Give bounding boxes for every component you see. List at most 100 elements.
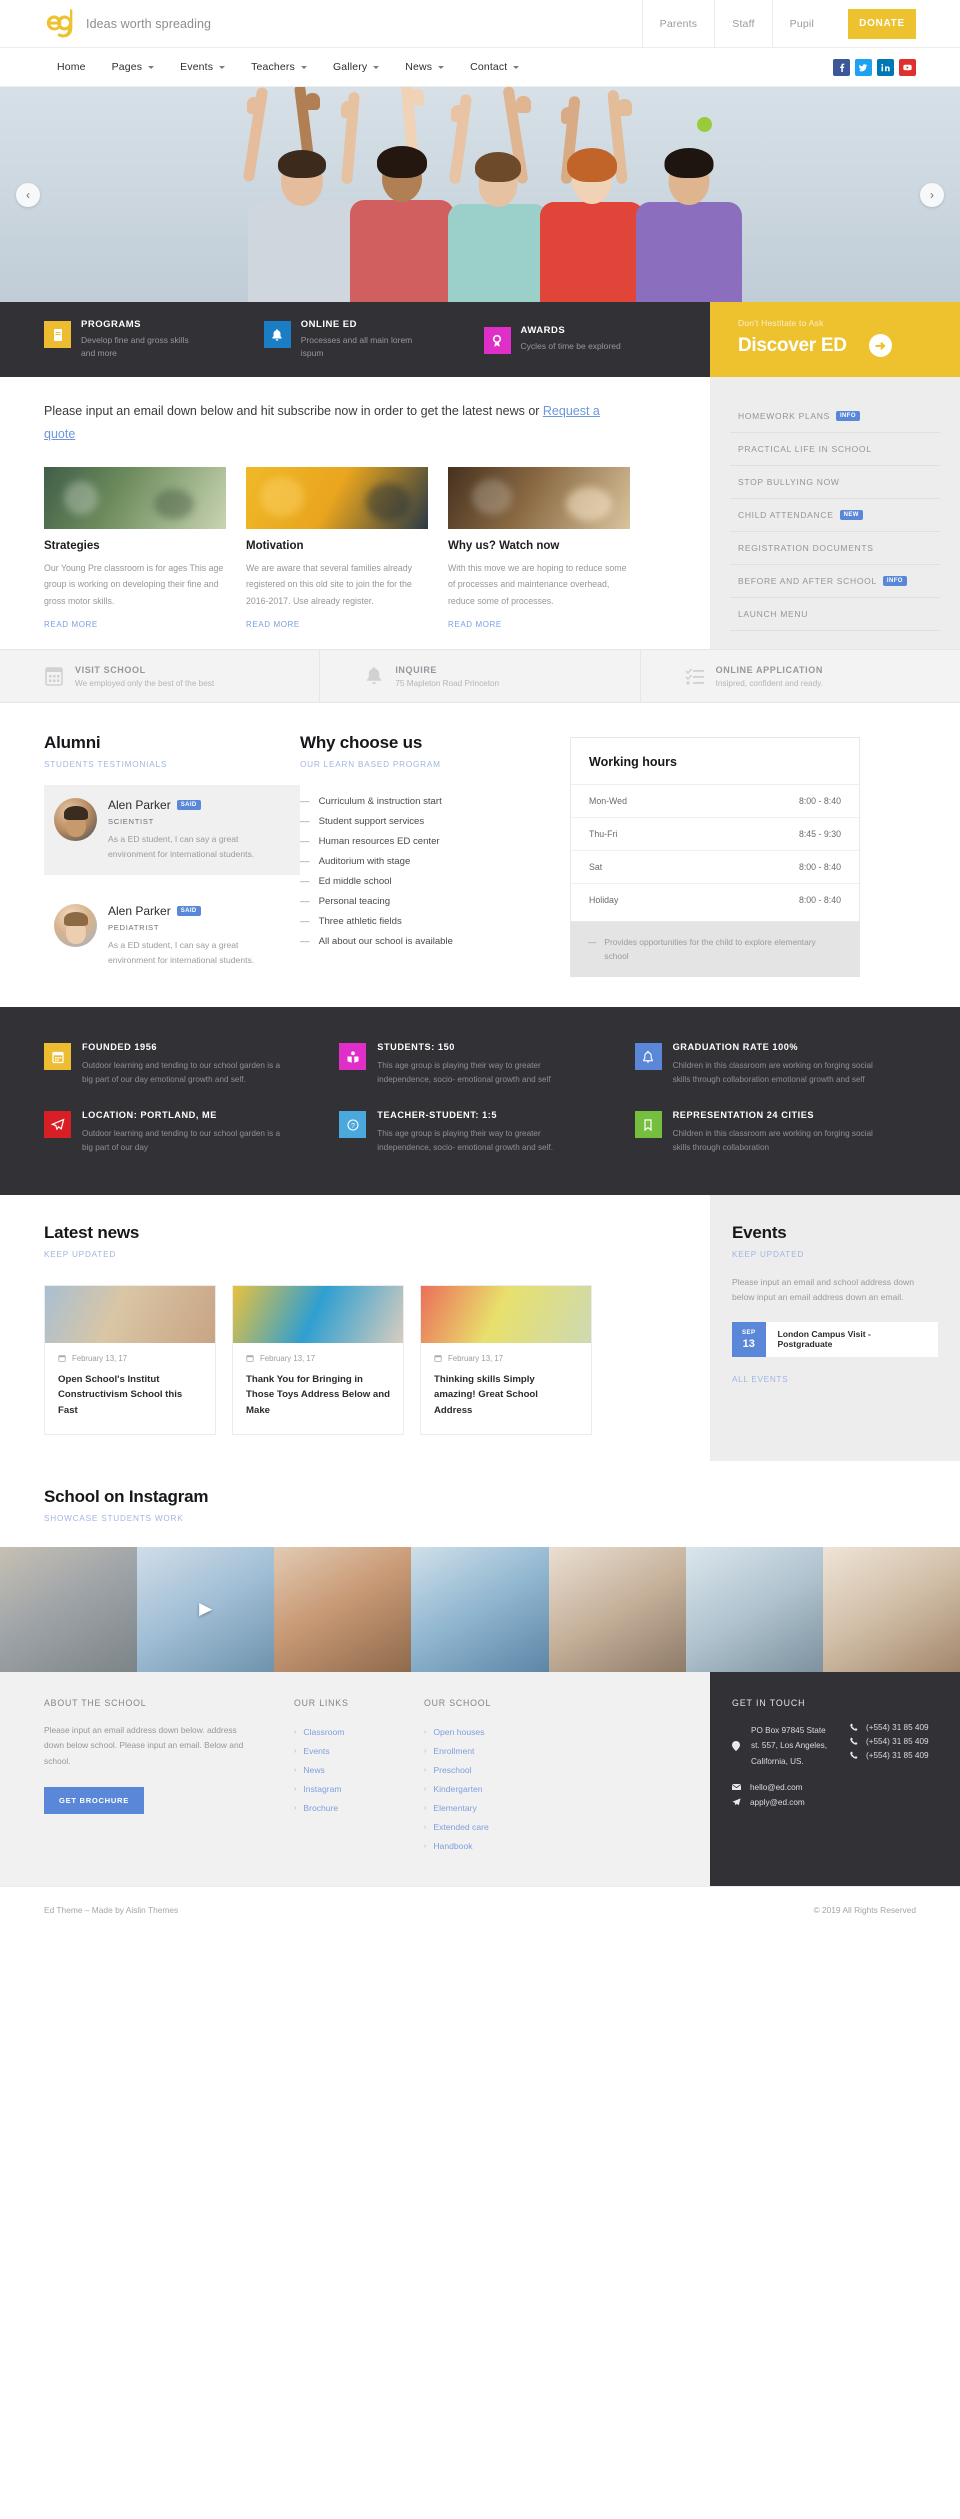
- footer-phone-label: (+554) 31 85 409: [866, 1736, 929, 1746]
- nav-item-gallery[interactable]: Gallery: [320, 61, 392, 73]
- footer-phone-label: (+554) 31 85 409: [866, 1750, 929, 1760]
- stat-desc: Children in this classroom are working o…: [672, 1061, 873, 1085]
- event-month: SEP: [741, 1328, 756, 1336]
- footer-email-apply[interactable]: apply@ed.com: [732, 1798, 960, 1807]
- facebook-icon[interactable]: [833, 58, 850, 76]
- news-card[interactable]: February 13, 17 Open School's Institut C…: [44, 1284, 216, 1435]
- twitter-icon[interactable]: [855, 58, 872, 76]
- promo-card[interactable]: Strategies Our Young Pre classroom is fo…: [44, 467, 226, 632]
- stat-title: TEACHER-STUDENT: 1:5: [377, 1110, 498, 1120]
- footer-link-events[interactable]: › Events: [294, 1742, 424, 1761]
- testimonial-name-row: Alen Parker SAID: [108, 798, 288, 812]
- sidebar-item-child-attendance[interactable]: CHILD ATTENDANCE NEW: [730, 499, 940, 532]
- instagram-tile[interactable]: [411, 1546, 549, 1672]
- list-item: — Curriculum & instruction start: [300, 791, 570, 811]
- footer-email-hello[interactable]: hello@ed.com: [732, 1783, 960, 1792]
- footer-link-preschool[interactable]: › Preschool: [424, 1761, 554, 1780]
- footer-link-brochure[interactable]: › Brochure: [294, 1799, 424, 1818]
- hours-time: 8:00 - 8:40: [798, 862, 841, 872]
- sidebar-item-stop-bullying[interactable]: STOP BULLYING NOW: [730, 466, 940, 499]
- feature-programs[interactable]: PROGRAMS Develop fine and gross skills a…: [44, 319, 264, 360]
- nav-item-contact[interactable]: Contact: [457, 61, 532, 73]
- top-link-parents[interactable]: Parents: [641, 0, 715, 48]
- hero-slider: ‹ ›: [0, 87, 960, 302]
- all-events-link[interactable]: ALL EVENTS: [732, 1375, 788, 1384]
- testimonial-role: SCIENTIST: [108, 817, 154, 826]
- footer-link-elementary[interactable]: › Elementary: [424, 1799, 554, 1818]
- news-card[interactable]: February 13, 17 Thinking skills Simply a…: [420, 1284, 592, 1435]
- sidebar-item-homework-plans[interactable]: HOMEWORK PLANS INFO: [730, 400, 940, 433]
- paper-plane-icon: [732, 1798, 741, 1806]
- promo-card[interactable]: Why us? Watch now With this move we are …: [448, 467, 630, 632]
- instagram-tile[interactable]: [0, 1546, 138, 1672]
- donate-button[interactable]: DONATE: [848, 8, 916, 39]
- brand-logo[interactable]: Ideas worth spreading: [0, 8, 211, 39]
- top-link-pupil[interactable]: Pupil: [771, 0, 831, 48]
- cta-inquire[interactable]: INQUIRE 75 Mapleton Road Princeton: [320, 650, 641, 702]
- play-icon[interactable]: ▶: [199, 1599, 212, 1619]
- footer-phone-list: (+554) 31 85 409 (+554) 31 85 409 (+554)…: [850, 1723, 929, 1770]
- feature-awards[interactable]: AWARDS Cycles of time be explored: [483, 325, 704, 354]
- news-card[interactable]: February 13, 17 Thank You for Bringing i…: [232, 1284, 404, 1435]
- nav-item-pages[interactable]: Pages: [99, 61, 168, 73]
- calendar-icon: [246, 1355, 254, 1363]
- sidebar-item-practical-life[interactable]: PRACTICAL LIFE IN SCHOOL: [730, 433, 940, 466]
- promo-card-image: [44, 467, 226, 529]
- read-more-link[interactable]: READ MORE: [44, 620, 98, 629]
- sidebar-item-before-after-school[interactable]: BEFORE AND AFTER SCHOOL INFO: [730, 565, 940, 598]
- footer-phone[interactable]: (+554) 31 85 409: [850, 1723, 929, 1732]
- footer-phone[interactable]: (+554) 31 85 409: [850, 1737, 929, 1746]
- discover-ed-banner[interactable]: Don't Hestitate to Ask Discover ED ➜: [710, 302, 960, 377]
- footer-link-kindergarten[interactable]: › Kindergarten: [424, 1780, 554, 1799]
- footer-link-open-houses[interactable]: › Open houses: [424, 1723, 554, 1742]
- hero-prev-button[interactable]: ‹: [16, 182, 40, 207]
- nav-item-teachers[interactable]: Teachers: [238, 61, 320, 73]
- news-date-label: February 13, 17: [448, 1353, 504, 1363]
- event-item[interactable]: SEP 13 London Campus Visit - Postgraduat…: [732, 1321, 938, 1357]
- chevron-right-icon: ›: [294, 1785, 297, 1793]
- youtube-icon[interactable]: [899, 58, 916, 76]
- footer-link-classroom[interactable]: › Classroom: [294, 1723, 424, 1742]
- table-row: Sat 8:00 - 8:40: [571, 851, 859, 884]
- stat-students: STUDENTS: 150 This age group is playing …: [339, 1033, 634, 1101]
- instagram-tile[interactable]: ▶: [137, 1546, 275, 1672]
- cta-strip: VISIT SCHOOL We employed only the best o…: [0, 649, 960, 703]
- nav-item-home[interactable]: Home: [44, 61, 99, 73]
- promo-card[interactable]: Motivation We are aware that several fam…: [246, 467, 428, 632]
- status-badge: INFO: [882, 576, 907, 586]
- instagram-tile[interactable]: [274, 1546, 412, 1672]
- footer-link-handbook[interactable]: › Handbook: [424, 1837, 554, 1856]
- instagram-tile[interactable]: [822, 1546, 960, 1672]
- nav-item-events[interactable]: Events: [167, 61, 238, 73]
- instagram-tile[interactable]: [548, 1546, 686, 1672]
- dash-icon: —: [300, 915, 310, 927]
- cta-online-application[interactable]: ONLINE APPLICATION Insipred, confident a…: [641, 650, 960, 702]
- alumni-why-hours-section: Alumni STUDENTS TESTIMONIALS Alen Parker…: [0, 703, 960, 1007]
- news-events-section: Latest news KEEP UPDATED February 13, 17…: [0, 1194, 960, 1461]
- list-item: — Human resources ED center: [300, 831, 570, 851]
- top-link-staff[interactable]: Staff: [714, 0, 771, 48]
- get-brochure-button[interactable]: GET BROCHURE: [44, 1786, 144, 1814]
- nav-item-news[interactable]: News: [392, 61, 457, 73]
- footer-heading: OUR SCHOOL: [424, 1697, 492, 1708]
- arrow-right-circle-icon[interactable]: ➜: [868, 334, 892, 357]
- feature-online-ed[interactable]: ONLINE ED Processes and all main lorem i…: [263, 319, 484, 360]
- list-item: — Auditorium with stage: [300, 851, 570, 871]
- footer-link-news[interactable]: › News: [294, 1761, 424, 1780]
- linkedin-icon[interactable]: [877, 58, 894, 76]
- testimonial-item[interactable]: Alen Parker SAID PEDIATRIST As a ED stud…: [44, 891, 300, 981]
- read-more-link[interactable]: READ MORE: [448, 620, 502, 629]
- promo-card-title: Strategies: [44, 540, 100, 552]
- cta-visit-school[interactable]: VISIT SCHOOL We employed only the best o…: [0, 650, 321, 702]
- hero-next-button[interactable]: ›: [920, 182, 944, 207]
- footer-link-extended-care[interactable]: › Extended care: [424, 1818, 554, 1837]
- dash-icon: —: [300, 835, 310, 847]
- sidebar-item-registration-documents[interactable]: REGISTRATION DOCUMENTS: [730, 532, 940, 565]
- footer-link-enrollment[interactable]: › Enrollment: [424, 1742, 554, 1761]
- testimonial-item[interactable]: Alen Parker SAID SCIENTIST As a ED stude…: [44, 785, 300, 876]
- read-more-link[interactable]: READ MORE: [246, 620, 300, 629]
- footer-link-instagram[interactable]: › Instagram: [294, 1780, 424, 1799]
- sidebar-item-launch-menu[interactable]: LAUNCH MENU: [730, 598, 940, 631]
- instagram-tile[interactable]: [685, 1546, 823, 1672]
- footer-phone[interactable]: (+554) 31 85 409: [850, 1751, 929, 1760]
